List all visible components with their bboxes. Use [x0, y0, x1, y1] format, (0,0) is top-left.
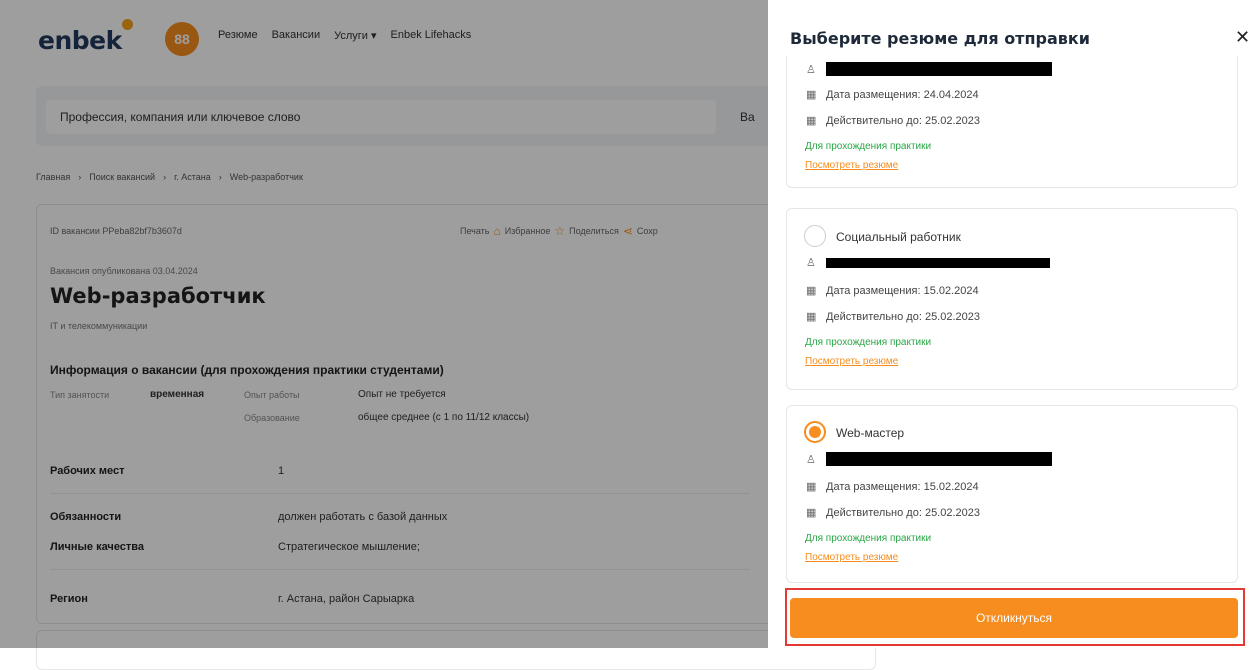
resume-purpose: Для прохождения практики	[805, 533, 932, 544]
calendar-icon: ▦	[806, 89, 817, 101]
resume-purpose: Для прохождения практики	[805, 141, 932, 152]
resume-title: Web-мастер	[836, 426, 905, 440]
resume-owner-line: ♙	[806, 452, 1052, 466]
calendar-icon: ▦	[806, 311, 817, 323]
resume-owner-line: ♙	[806, 256, 1050, 269]
resume-valid-text: Действительно до: 25.02.2023	[826, 114, 981, 127]
resume-valid: ▦ Действительно до: 25.02.2023	[806, 310, 981, 324]
view-resume-link[interactable]: Посмотреть резюме	[805, 356, 898, 367]
calendar-icon: ▦	[806, 507, 817, 519]
resume-posted-text: Дата размещения: 24.04.2024	[826, 88, 979, 101]
resume-radio-selected[interactable]	[804, 421, 826, 443]
resume-owner-line: ♙	[806, 62, 1052, 76]
resume-valid: ▦ Действительно до: 25.02.2023	[806, 114, 981, 128]
user-icon: ♙	[806, 63, 816, 76]
resume-posted-text: Дата размещения: 15.02.2024	[826, 284, 979, 297]
view-resume-link[interactable]: Посмотреть резюме	[805, 160, 898, 171]
resume-valid-text: Действительно до: 25.02.2023	[826, 310, 981, 323]
redacted-name	[826, 452, 1052, 466]
resume-posted: ▦ Дата размещения: 24.04.2024	[806, 88, 979, 102]
user-icon: ♙	[806, 257, 816, 269]
resume-radio[interactable]	[804, 225, 826, 247]
resume-valid: ▦ Действительно до: 25.02.2023	[806, 506, 981, 520]
resume-posted: ▦ Дата размещения: 15.02.2024	[806, 284, 979, 298]
redacted-name	[826, 257, 1050, 268]
redacted-name	[826, 62, 1052, 76]
resume-posted: ▦ Дата размещения: 15.02.2024	[806, 480, 979, 494]
resume-valid-text: Действительно до: 25.02.2023	[826, 506, 981, 519]
resume-title: Социальный работник	[836, 230, 961, 244]
modal-title: Выберите резюме для отправки	[790, 29, 1090, 48]
close-icon[interactable]: ✕	[1235, 27, 1250, 48]
apply-button[interactable]: Откликнуться	[790, 598, 1238, 638]
resume-purpose: Для прохождения практики	[805, 337, 932, 348]
user-icon: ♙	[806, 453, 816, 466]
calendar-icon: ▦	[806, 285, 817, 297]
calendar-icon: ▦	[806, 115, 817, 127]
view-resume-link[interactable]: Посмотреть резюме	[805, 552, 898, 563]
calendar-icon: ▦	[806, 481, 817, 493]
resume-posted-text: Дата размещения: 15.02.2024	[826, 480, 979, 493]
